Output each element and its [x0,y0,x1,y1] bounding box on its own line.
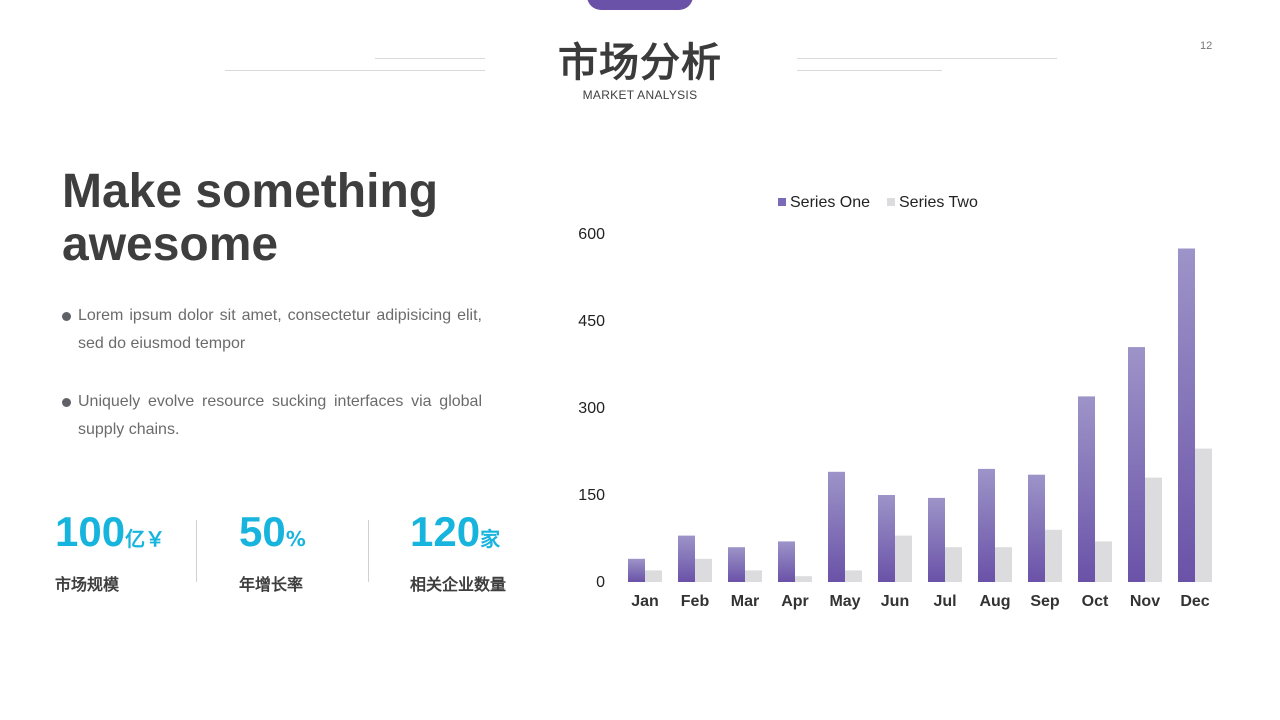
legend-swatch-icon [887,198,895,206]
page-number: 12 [1200,40,1213,52]
bar-series-two [1195,448,1212,582]
bar-series-one [1078,396,1095,582]
top-accent-tab [587,0,693,10]
legend-label: Series Two [899,194,978,211]
x-axis: Jan Feb Mar Apr May Jun Jul Aug Sep Oct Nov Dec [631,593,1210,610]
bar-series-two [1045,529,1062,582]
stat-label: 年增长率 [239,575,304,594]
bar-series-two [1095,541,1112,582]
bullet-dot-icon [62,312,71,321]
stat-market-size: 100亿￥ 市场规模 [55,506,165,595]
x-tick-label: Jan [631,593,659,610]
stat-divider [196,520,197,582]
monthly-bar-chart: Series One Series Two 0 150 300 450 600 Jan Fe… [578,194,1212,610]
stat-value: 50 [239,508,286,555]
bar-series-two [1145,477,1162,582]
x-tick-label: Nov [1130,593,1160,610]
stat-unit: 亿￥ [125,527,166,551]
x-tick-label: Jun [881,593,909,610]
stat-divider [368,520,369,582]
x-tick-label: Mar [731,593,759,610]
bar-series-one [778,541,795,582]
stat-unit: 家 [480,527,501,551]
y-tick-label: 600 [578,226,605,243]
bar-series-two [995,547,1012,582]
headline: Make something awesome [62,165,439,271]
bar-series-two [645,570,662,582]
bullet-item: Uniquely evolve resource sucking interfa… [62,388,482,444]
bar-series-two [695,558,712,582]
x-tick-label: Sep [1030,593,1060,610]
bullet-text: Lorem ipsum dolor sit amet, consectetur … [78,307,482,352]
y-tick-label: 300 [578,400,605,417]
page-title: 市场分析 [558,40,722,86]
x-tick-label: Feb [681,593,710,610]
bars [628,248,1212,582]
bullet-item: Lorem ipsum dolor sit amet, consectetur … [62,302,482,358]
bar-series-one [978,468,995,582]
x-tick-label: Dec [1180,593,1209,610]
stat-value: 100 [55,508,126,555]
stat-label: 相关企业数量 [410,575,507,594]
stat-unit: % [285,527,306,551]
bar-series-one [1028,474,1045,582]
bullet-text: Uniquely evolve resource sucking interfa… [78,393,482,438]
bar-series-one [1178,248,1195,582]
bar-series-one [828,471,845,582]
y-tick-label: 0 [596,574,605,591]
y-tick-label: 450 [578,313,605,330]
bar-series-two [795,576,812,582]
bar-series-one [678,535,695,582]
bar-series-two [895,535,912,582]
bar-series-one [728,547,745,582]
y-axis: 0 150 300 450 600 [578,226,605,591]
x-tick-label: Oct [1082,593,1109,610]
bar-series-two [745,570,762,582]
bar-series-one [928,497,945,582]
bar-series-two [945,547,962,582]
bar-series-one [628,558,645,582]
bar-series-one [1128,347,1145,582]
x-tick-label: May [829,593,860,610]
x-tick-label: Apr [781,593,809,610]
bullet-dot-icon [62,398,71,407]
stat-label: 市场规模 [55,575,120,594]
page-subtitle: MARKET ANALYSIS [582,88,698,102]
bar-series-one [878,495,895,582]
stat-company-count: 120家 相关企业数量 [410,506,506,595]
stat-value: 120 [410,508,481,555]
bar-series-two [845,570,862,582]
legend-swatch-icon [778,198,786,206]
x-tick-label: Jul [933,593,956,610]
chart-legend: Series One Series Two [778,194,978,211]
stat-growth-rate: 50% 年增长率 [239,506,306,595]
x-tick-label: Aug [979,593,1010,610]
y-tick-label: 150 [578,487,605,504]
legend-label: Series One [790,194,870,211]
